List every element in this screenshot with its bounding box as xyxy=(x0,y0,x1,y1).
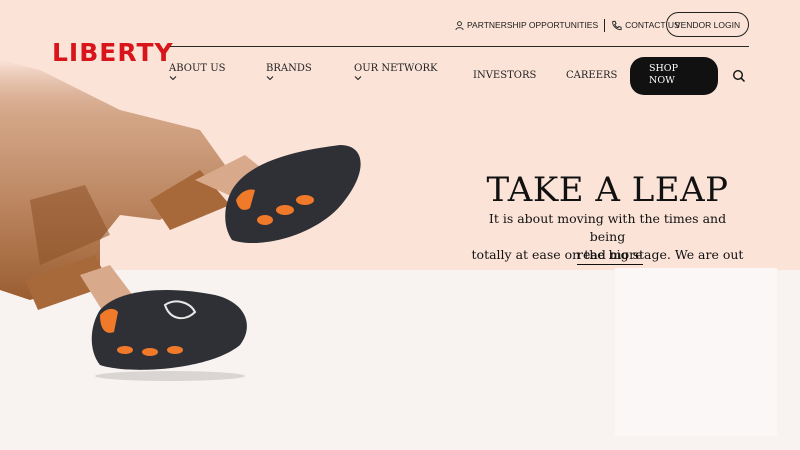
top-utility-bar: PARTNERSHIP OPPORTUNITIES CONTACT US xyxy=(455,13,680,37)
chevron-down-icon xyxy=(354,76,362,81)
nav-label: OUR NETWORK xyxy=(354,63,438,74)
chevron-down-icon xyxy=(266,76,274,81)
lower-clog-vent xyxy=(142,348,158,356)
nav-our-network[interactable]: OUR NETWORK xyxy=(354,63,438,81)
lower-clog-vent xyxy=(167,346,183,354)
tagline-line: It is about moving with the times and be… xyxy=(488,211,727,244)
upper-clog-vent xyxy=(257,215,273,225)
shop-now-label: SHOP NOW xyxy=(649,63,678,86)
liberty-logo[interactable]: LIBERTY xyxy=(52,38,174,67)
nav-brands[interactable]: BRANDS xyxy=(266,63,312,81)
clog-shadow xyxy=(95,371,245,381)
nav-careers[interactable]: CAREERS xyxy=(566,70,617,81)
lower-clog-vent xyxy=(117,346,133,354)
upper-clog-vent xyxy=(276,205,294,215)
nav-investors[interactable]: INVESTORS xyxy=(473,70,536,81)
upper-clog-vent xyxy=(296,195,314,205)
topbar-divider xyxy=(604,18,606,32)
read-more-link[interactable]: read more xyxy=(577,247,643,265)
hero-clog-illustration xyxy=(0,60,361,381)
vendor-login-button[interactable]: VENDOR LOGIN xyxy=(666,12,749,37)
user-icon xyxy=(455,20,464,30)
partnership-label: PARTNERSHIP OPPORTUNITIES xyxy=(467,20,599,30)
chevron-down-icon xyxy=(169,76,177,81)
header-divider xyxy=(170,46,749,47)
partnership-link[interactable]: PARTNERSHIP OPPORTUNITIES xyxy=(455,20,598,30)
search-icon[interactable] xyxy=(732,69,746,83)
hero-headline: TAKE A LEAP xyxy=(486,170,729,210)
shop-now-button[interactable]: SHOP NOW xyxy=(630,57,718,95)
phone-icon xyxy=(612,20,622,30)
hero-panel xyxy=(615,268,777,436)
nav-about-us[interactable]: ABOUT US xyxy=(169,63,226,81)
nav-label: BRANDS xyxy=(266,63,312,74)
nav-label: ABOUT US xyxy=(169,63,226,74)
